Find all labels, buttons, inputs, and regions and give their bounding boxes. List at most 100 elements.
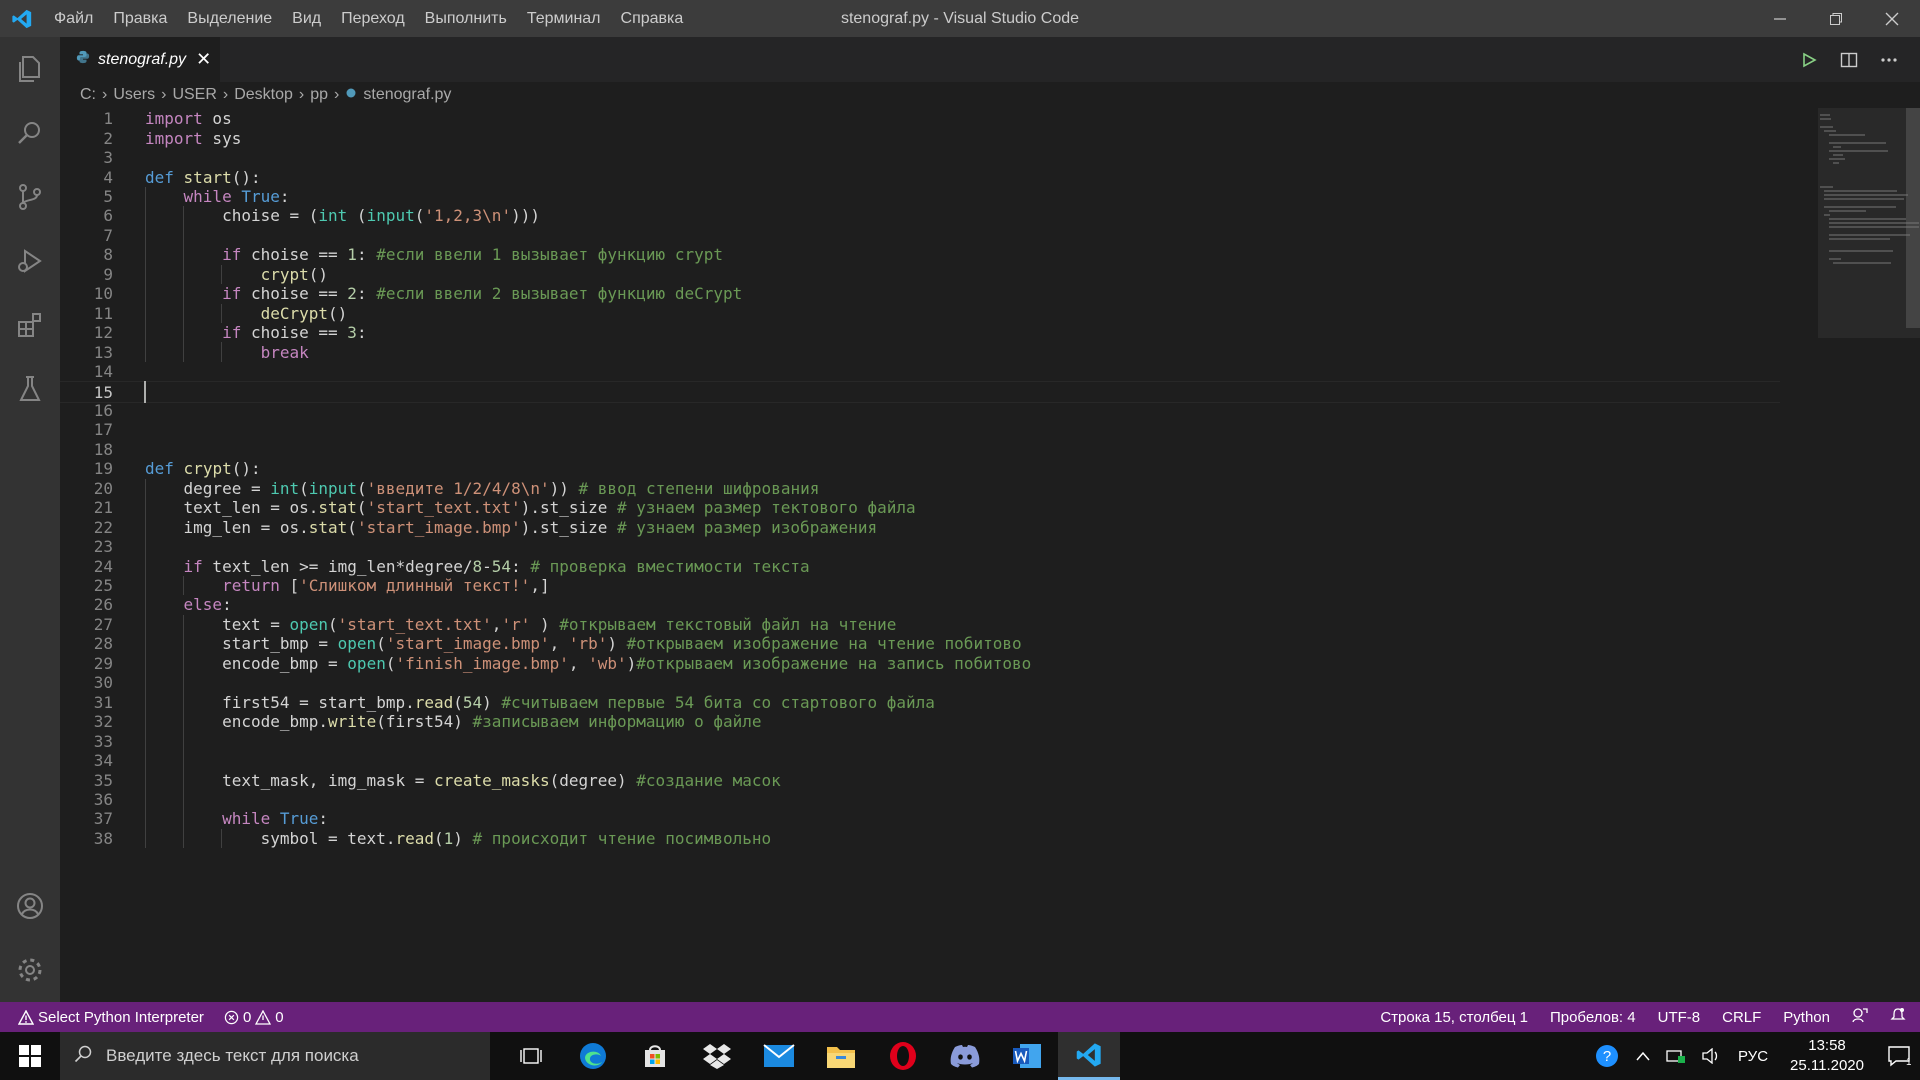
code-line[interactable]: 8 if choise == 1: #если ввели 1 вызывает… — [60, 245, 1780, 264]
more-actions-icon[interactable] — [1878, 49, 1900, 71]
code-line[interactable]: 19 def crypt(): — [60, 459, 1780, 478]
code-line[interactable]: 16 — [60, 401, 1780, 420]
edge-icon[interactable] — [562, 1032, 624, 1080]
restore-button[interactable] — [1808, 0, 1864, 37]
extensions-icon[interactable] — [0, 293, 60, 357]
code-line[interactable]: 33 — [60, 731, 1780, 751]
code-line[interactable]: 15 — [60, 381, 1780, 404]
search-icon[interactable] — [0, 101, 60, 165]
windows-start-icon[interactable] — [0, 1032, 60, 1080]
menu-file[interactable]: Файл — [44, 0, 103, 37]
network-icon[interactable] — [1658, 1048, 1694, 1064]
code-line[interactable]: 24 if text_len >= img_len*degree/8-54: #… — [60, 556, 1780, 576]
breadcrumb-pp[interactable]: pp — [310, 86, 328, 104]
language-mode-status[interactable]: Python — [1783, 1009, 1830, 1026]
menu-run[interactable]: Выполнить — [415, 0, 517, 37]
help-icon[interactable]: ? — [1586, 1043, 1628, 1069]
code-line[interactable]: 30 — [60, 673, 1780, 692]
testing-icon[interactable] — [0, 357, 60, 421]
store-icon[interactable] — [624, 1032, 686, 1080]
problems-status[interactable]: 0 0 — [224, 1009, 284, 1026]
opera-icon[interactable] — [872, 1032, 934, 1080]
code-line[interactable]: 13 break — [60, 342, 1780, 362]
code-line[interactable]: 34 — [60, 751, 1780, 770]
breadcrumb-drive[interactable]: C: — [80, 86, 96, 104]
show-hidden-icons-chevron-up-icon[interactable] — [1628, 1051, 1658, 1061]
run-file-icon[interactable] — [1798, 49, 1820, 71]
code-line[interactable]: 4 def start(): — [60, 167, 1780, 187]
code-line[interactable]: 10 if choise == 2: #если ввели 2 вызывае… — [60, 284, 1780, 303]
code-line[interactable]: 17 — [60, 420, 1780, 439]
word-icon[interactable] — [996, 1032, 1058, 1080]
close-window-button[interactable] — [1864, 0, 1920, 37]
code-line[interactable]: 29 encode_bmp = open('finish_image.bmp',… — [60, 654, 1780, 673]
action-center-icon[interactable]: 1 — [1878, 1032, 1920, 1080]
code-line[interactable]: 38 symbol = text.read(1) # происходит чт… — [60, 829, 1780, 848]
run-debug-icon[interactable] — [0, 229, 60, 293]
cursor-position-status[interactable]: Строка 15, столбец 1 — [1380, 1009, 1528, 1026]
explorer-icon[interactable] — [0, 37, 60, 101]
notifications-bell-icon[interactable] — [1890, 1007, 1906, 1027]
minimize-button[interactable] — [1752, 0, 1808, 37]
encoding-status[interactable]: UTF-8 — [1658, 1009, 1701, 1026]
eol-status[interactable]: CRLF — [1722, 1009, 1761, 1026]
indentation-status[interactable]: Пробелов: 4 — [1550, 1009, 1636, 1026]
task-view-icon[interactable] — [500, 1032, 562, 1080]
code-line[interactable]: 37 while True: — [60, 809, 1780, 828]
code-line[interactable]: 25 return ['Слишком длинный текст!',] — [60, 576, 1780, 595]
source-control-icon[interactable] — [0, 165, 60, 229]
code-line[interactable]: 21 text_len = os.stat('start_text.txt').… — [60, 498, 1780, 517]
code-editor[interactable]: 1 import os 2 import sys 3 4 def start(): 5 whi… — [60, 108, 1920, 1002]
input-language[interactable]: РУС — [1730, 1048, 1776, 1065]
vscode-icon[interactable] — [1058, 1032, 1120, 1080]
code-line[interactable]: 27 text = open('start_text.txt','r' ) #о… — [60, 615, 1780, 634]
discord-icon[interactable] — [934, 1032, 996, 1080]
code-line[interactable]: 3 — [60, 148, 1780, 167]
code-line[interactable]: 14 — [60, 362, 1780, 381]
code-line[interactable]: 11 deCrypt() — [60, 304, 1780, 323]
settings-gear-icon[interactable] — [0, 938, 60, 1002]
system-clock[interactable]: 13:58 25.11.2020 — [1776, 1036, 1878, 1076]
code-line[interactable]: 26 else: — [60, 595, 1780, 614]
code-line[interactable]: 36 — [60, 790, 1780, 809]
code-line[interactable]: 9 crypt() — [60, 265, 1780, 284]
code-line[interactable]: 2 import sys — [60, 128, 1780, 148]
breadcrumb-desktop[interactable]: Desktop — [234, 86, 293, 104]
breadcrumb-file[interactable]: stenograf.py — [363, 86, 451, 104]
code-line[interactable]: 12 if choise == 3: — [60, 323, 1780, 342]
code-line[interactable]: 6 choise = (int (input('1,2,3\n'))) — [60, 206, 1780, 225]
taskbar-search-box[interactable]: Введите здесь текст для поиска — [60, 1032, 490, 1080]
menu-terminal[interactable]: Терминал — [517, 0, 611, 37]
dropbox-icon[interactable] — [686, 1032, 748, 1080]
code-line[interactable]: 35 text_mask, img_mask = create_masks(de… — [60, 770, 1780, 790]
scrollbar-thumb[interactable] — [1906, 108, 1920, 328]
menu-selection[interactable]: Выделение — [177, 0, 282, 37]
code-line[interactable]: 20 degree = int(input('введите 1/2/4/8\n… — [60, 479, 1780, 498]
accounts-icon[interactable] — [0, 874, 60, 938]
split-editor-icon[interactable] — [1838, 49, 1860, 71]
code-line[interactable]: 1 import os — [60, 109, 1780, 128]
code-line[interactable]: 7 — [60, 226, 1780, 245]
vscode-logo-icon[interactable] — [0, 0, 44, 37]
feedback-icon[interactable] — [1852, 1007, 1868, 1027]
volume-icon[interactable] — [1694, 1048, 1730, 1064]
tab-stenograf-py[interactable]: stenograf.py ✕ — [60, 37, 220, 82]
code-line[interactable]: 32 encode_bmp.write(first54) #записываем… — [60, 712, 1780, 731]
code-line[interactable]: 22 img_len = os.stat('start_image.bmp').… — [60, 517, 1780, 537]
code-line[interactable]: 18 — [60, 440, 1780, 459]
menu-edit[interactable]: Правка — [103, 0, 177, 37]
code-line[interactable]: 31 first54 = start_bmp.read(54) #считыва… — [60, 693, 1780, 712]
breadcrumb-users[interactable]: Users — [113, 86, 155, 104]
mail-icon[interactable] — [748, 1032, 810, 1080]
tab-close-icon[interactable]: ✕ — [196, 49, 211, 70]
menu-view[interactable]: Вид — [282, 0, 331, 37]
python-interpreter-status[interactable]: Select Python Interpreter — [18, 1009, 204, 1026]
breadcrumb-user[interactable]: USER — [172, 86, 216, 104]
code-line[interactable]: 5 while True: — [60, 187, 1780, 206]
menu-help[interactable]: Справка — [611, 0, 694, 37]
code-line[interactable]: 23 — [60, 537, 1780, 556]
minimap[interactable] — [1800, 108, 1920, 1002]
menu-go[interactable]: Переход — [331, 0, 415, 37]
explorer-icon[interactable] — [810, 1032, 872, 1080]
vertical-scrollbar[interactable] — [1906, 108, 1920, 1002]
